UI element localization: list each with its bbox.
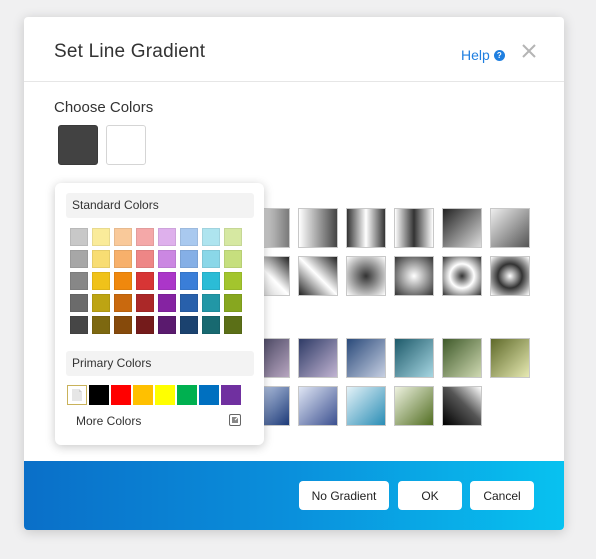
gradient-color-swatch-2[interactable]	[106, 125, 146, 165]
standard-color-swatch[interactable]	[92, 294, 110, 312]
cancel-button[interactable]: Cancel	[470, 481, 534, 510]
primary-color-swatch[interactable]	[89, 385, 109, 405]
standard-color-swatch[interactable]	[114, 316, 132, 334]
standard-color-swatch[interactable]	[180, 316, 198, 334]
standard-color-swatch[interactable]	[224, 272, 242, 290]
standard-color-swatch[interactable]	[92, 316, 110, 334]
standard-color-swatch[interactable]	[114, 228, 132, 246]
primary-color-swatch[interactable]	[221, 385, 241, 405]
standard-color-swatch[interactable]	[92, 272, 110, 290]
standard-color-swatch[interactable]	[70, 250, 88, 268]
standard-color-swatch[interactable]	[136, 272, 154, 290]
help-question-icon: ?	[493, 49, 505, 61]
standard-color-swatch[interactable]	[180, 250, 198, 268]
standard-color-swatch[interactable]	[70, 272, 88, 290]
gradient-preset[interactable]	[346, 208, 386, 248]
standard-color-swatch[interactable]	[158, 272, 176, 290]
more-colors-link[interactable]: More Colors	[76, 414, 141, 428]
standard-color-swatch[interactable]	[224, 250, 242, 268]
primary-color-swatch[interactable]	[133, 385, 153, 405]
standard-color-swatch[interactable]	[114, 250, 132, 268]
standard-color-swatch[interactable]	[224, 228, 242, 246]
standard-color-swatch[interactable]	[202, 316, 220, 334]
standard-color-swatch[interactable]	[224, 316, 242, 334]
choose-colors-label: Choose Colors	[54, 99, 154, 116]
dialog-footer: No Gradient OK Cancel	[24, 461, 564, 530]
standard-color-swatch[interactable]	[202, 272, 220, 290]
standard-color-swatch[interactable]	[180, 272, 198, 290]
gradient-preset[interactable]	[394, 338, 434, 378]
ok-button[interactable]: OK	[398, 481, 462, 510]
dialog-title: Set Line Gradient	[54, 41, 206, 62]
gradient-preset[interactable]	[394, 386, 434, 426]
close-icon[interactable]	[520, 42, 538, 60]
gradient-preset[interactable]	[442, 208, 482, 248]
standard-color-swatch[interactable]	[114, 294, 132, 312]
primary-color-swatch[interactable]	[111, 385, 131, 405]
gradient-preset[interactable]	[298, 386, 338, 426]
standard-color-swatch[interactable]	[136, 316, 154, 334]
gradient-preset[interactable]	[442, 256, 482, 296]
no-gradient-button[interactable]: No Gradient	[299, 481, 389, 510]
gradient-preset[interactable]	[394, 208, 434, 248]
standard-color-swatch[interactable]	[180, 294, 198, 312]
gradient-color-swatch-1[interactable]	[58, 125, 98, 165]
standard-color-swatch[interactable]	[70, 228, 88, 246]
standard-color-swatch[interactable]	[202, 228, 220, 246]
primary-color-swatch[interactable]	[155, 385, 175, 405]
open-palette-icon[interactable]	[229, 414, 241, 426]
gradient-preset[interactable]	[346, 256, 386, 296]
gradient-preset[interactable]	[346, 386, 386, 426]
dialog-header: Set Line Gradient Help ?	[24, 17, 564, 82]
help-label: Help	[461, 47, 490, 63]
gradient-preset[interactable]	[394, 256, 434, 296]
primary-colors-label: Primary Colors	[66, 351, 254, 376]
no-color-swatch[interactable]	[67, 385, 87, 405]
standard-color-swatch[interactable]	[136, 250, 154, 268]
standard-color-swatch[interactable]	[136, 294, 154, 312]
standard-color-swatch[interactable]	[202, 294, 220, 312]
standard-color-swatch[interactable]	[224, 294, 242, 312]
standard-color-swatch[interactable]	[92, 250, 110, 268]
gradient-preset[interactable]	[298, 338, 338, 378]
standard-color-swatch[interactable]	[202, 250, 220, 268]
standard-color-swatch[interactable]	[92, 228, 110, 246]
standard-color-swatch[interactable]	[70, 316, 88, 334]
standard-color-swatch[interactable]	[180, 228, 198, 246]
help-link[interactable]: Help ?	[461, 47, 505, 63]
gradient-preset[interactable]	[346, 338, 386, 378]
gradient-preset[interactable]	[442, 386, 482, 426]
standard-color-swatch[interactable]	[158, 316, 176, 334]
standard-color-swatch[interactable]	[70, 294, 88, 312]
color-picker-popup: Standard Colors Primary Colors More Colo…	[55, 183, 264, 445]
standard-color-swatch[interactable]	[158, 294, 176, 312]
gradient-preset[interactable]	[298, 208, 338, 248]
standard-color-swatch[interactable]	[136, 228, 154, 246]
standard-color-swatch[interactable]	[158, 250, 176, 268]
gradient-preset[interactable]	[298, 256, 338, 296]
standard-color-swatch[interactable]	[158, 228, 176, 246]
gradient-preset[interactable]	[490, 208, 530, 248]
primary-color-swatch[interactable]	[177, 385, 197, 405]
gradient-preset[interactable]	[490, 256, 530, 296]
gradient-preset[interactable]	[490, 338, 530, 378]
gradient-preset[interactable]	[442, 338, 482, 378]
primary-color-swatch[interactable]	[199, 385, 219, 405]
standard-color-swatch[interactable]	[114, 272, 132, 290]
standard-colors-label: Standard Colors	[66, 193, 254, 218]
